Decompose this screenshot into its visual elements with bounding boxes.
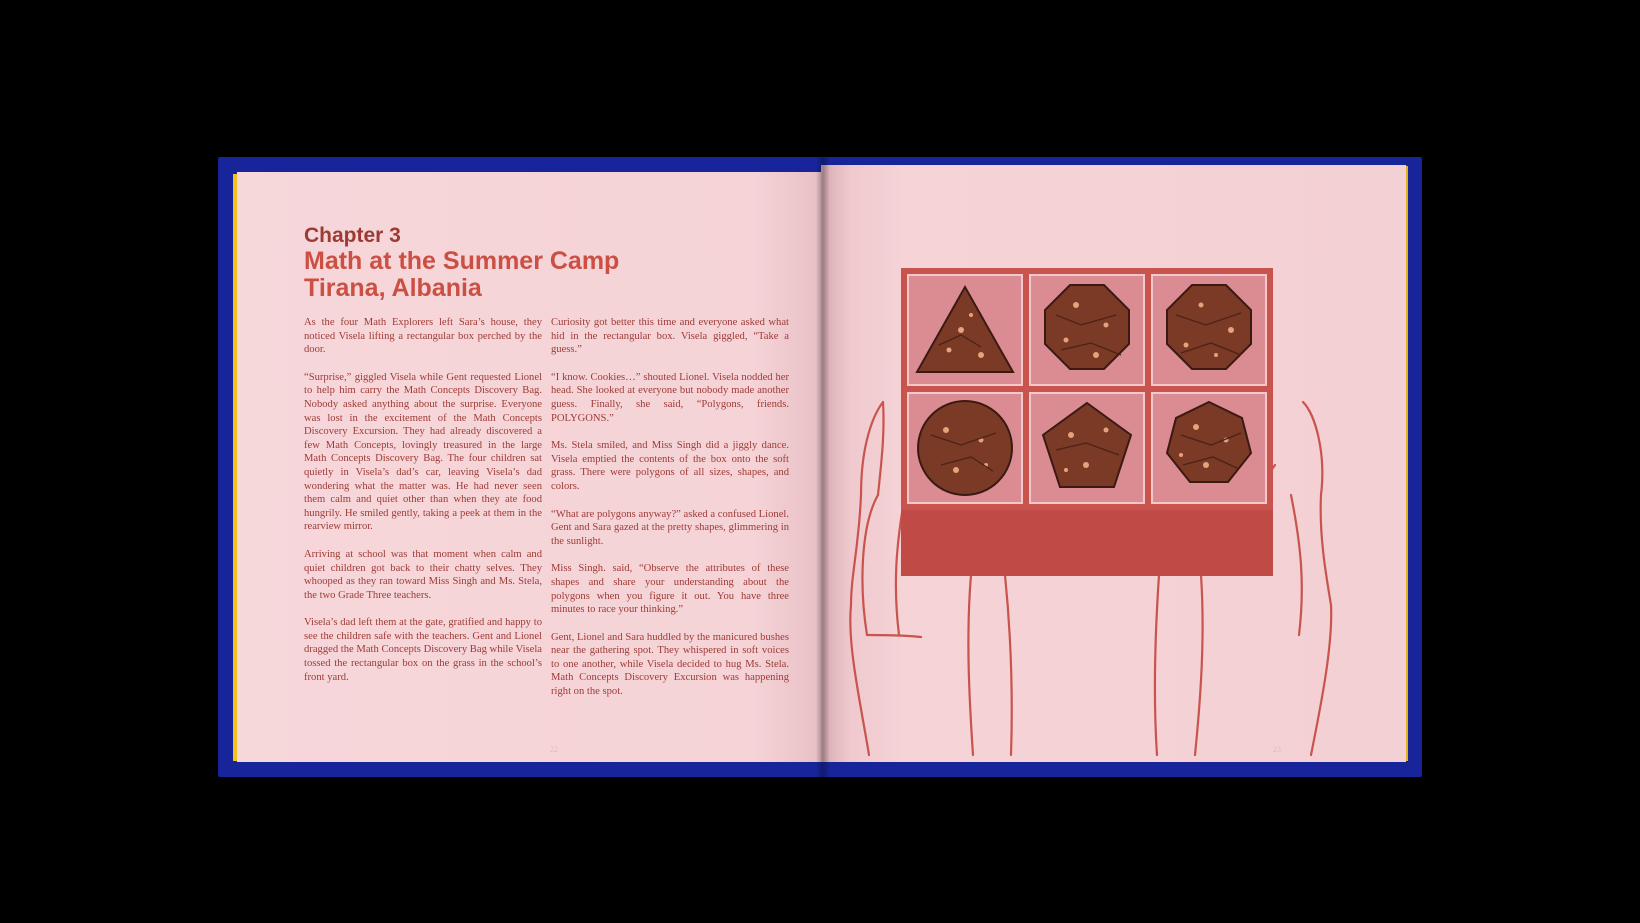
- book-gutter: [816, 157, 830, 777]
- paragraph: “Surprise,” giggled Visela while Gent re…: [304, 371, 542, 533]
- text-column-left: As the four Math Explorers left Sara’s h…: [304, 316, 542, 698]
- box-lid-front: [901, 510, 1273, 576]
- right-page: 23: [821, 165, 1406, 762]
- open-book: Chapter 3 Math at the Summer Camp Tirana…: [218, 157, 1422, 777]
- circle-cookie: [917, 400, 1013, 496]
- paragraph: Gent, Lionel and Sara huddled by the man…: [551, 631, 789, 698]
- chapter-label: Chapter 3: [304, 224, 401, 247]
- paragraph: “I know. Cookies…” shouted Lionel. Visel…: [551, 371, 789, 424]
- chapter-title-line-1: Math at the Summer Camp: [304, 247, 620, 275]
- octagon-cookie: [1044, 284, 1130, 370]
- paragraph: Miss Singh. said, “Observe the attribute…: [551, 563, 789, 616]
- paragraph: “What are polygons anyway?” asked a conf…: [551, 508, 789, 547]
- chapter-title-line-2: Tirana, Albania: [304, 274, 482, 302]
- cookie-box-illustration: [849, 268, 1333, 757]
- left-page: Chapter 3 Math at the Summer Camp Tirana…: [237, 172, 837, 762]
- text-column-right: Curiosity got better this time and every…: [551, 316, 789, 713]
- paragraph: Ms. Stela smiled, and Miss Singh did a j…: [551, 440, 789, 492]
- paragraph: Curiosity got better this time and every…: [551, 317, 789, 356]
- paragraph: Arriving at school was that moment when …: [304, 548, 542, 601]
- paragraph: As the four Math Explorers left Sara’s h…: [304, 317, 542, 356]
- page-number-right: 23: [1273, 745, 1281, 754]
- page-number-left: 22: [550, 745, 558, 754]
- chapter-title: Math at the Summer Camp Tirana, Albania: [304, 248, 764, 302]
- octagon-cookie: [1166, 284, 1252, 370]
- paragraph: Visela’s dad left them at the gate, grat…: [304, 617, 542, 683]
